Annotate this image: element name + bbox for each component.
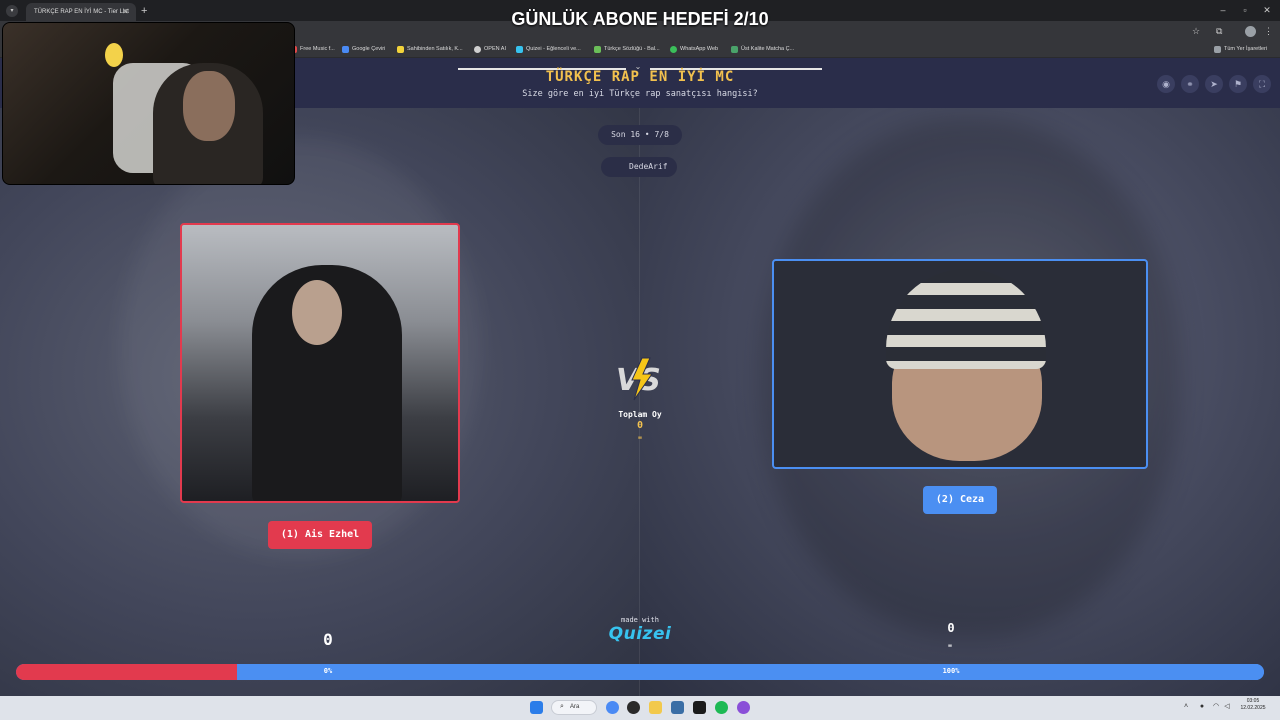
new-tab-button[interactable]: +	[141, 3, 153, 19]
taskbar-search[interactable]: Ara	[551, 700, 597, 715]
clock-date: 12.02.2025	[1240, 705, 1266, 711]
search-icon: ⌕	[560, 703, 564, 710]
fullscreen-icon[interactable]: ⛶	[1253, 75, 1271, 93]
option-2-beanie	[886, 269, 1046, 369]
total-votes-mark: "	[637, 435, 643, 445]
maximize-icon[interactable]: ▫	[1236, 2, 1254, 18]
made-with-label: made with	[621, 616, 659, 624]
terminal-icon[interactable]	[693, 701, 706, 714]
profile-avatar[interactable]	[1245, 26, 1256, 37]
link-icon[interactable]: ⚭	[1181, 75, 1199, 93]
option-2-progress-fill	[236, 664, 1264, 680]
folder-icon	[1214, 45, 1221, 53]
total-votes-value: 0	[636, 420, 644, 431]
tab-title: TÜRKÇE RAP EN İYİ MC - Tier List	[34, 9, 129, 15]
bookmark-icon	[516, 45, 523, 53]
microphone-icon[interactable]: ●	[1198, 703, 1206, 711]
browser-tab[interactable]: TÜRKÇE RAP EN İYİ MC - Tier List	[26, 3, 136, 21]
quiz-subtitle: Size göre en iyi Türkçe rap sanatçısı ha…	[522, 89, 758, 99]
tab-close-icon[interactable]: ✕	[122, 3, 134, 21]
app-icon[interactable]	[627, 701, 640, 714]
bookmark-item[interactable]: Quizei - Eğlenceli ve...	[516, 43, 581, 55]
user-badge[interactable]: DedeArif	[601, 157, 677, 177]
option-1-progress-fill	[16, 664, 237, 680]
start-icon[interactable]	[530, 701, 543, 714]
chrome-icon[interactable]	[606, 701, 619, 714]
vote-option-1-button[interactable]: (1) Ais Ezhel	[268, 521, 372, 549]
menu-icon[interactable]: ⋮	[1264, 25, 1274, 37]
bookmark-item[interactable]: Free Music f...	[290, 43, 335, 55]
bookmark-icon	[342, 45, 349, 53]
bookmark-item[interactable]: Türkçe Sözlüğü - Bal...	[594, 43, 660, 55]
option-1-image[interactable]	[180, 223, 460, 503]
vote-option-2-button[interactable]: (2) Ceza	[923, 486, 997, 514]
bookmark-icon	[594, 45, 601, 53]
spotify-icon[interactable]	[715, 701, 728, 714]
total-votes-label: Toplam Oy	[618, 410, 662, 419]
bookmark-item[interactable]: Üst Kalite Matcha Ç...	[731, 43, 794, 55]
center-divider	[639, 108, 640, 696]
round-indicator: Son 16 • 7/8	[598, 125, 682, 145]
taskbar-clock[interactable]: 03:05 12.02.2025	[1232, 698, 1274, 712]
bookmark-icon	[397, 45, 404, 53]
option-2-vote-count: 0	[947, 621, 955, 635]
wifi-icon[interactable]: ◠	[1212, 703, 1220, 711]
bookmark-icon	[474, 45, 481, 53]
stream-goal-overlay: GÜNLÜK ABONE HEDEFİ 2/10	[511, 9, 769, 29]
tab-search-button[interactable]: ▾	[6, 5, 18, 17]
eye-icon[interactable]: ◉	[1157, 75, 1175, 93]
bookmark-item[interactable]: Google Çeviri	[342, 43, 385, 55]
bookmark-item[interactable]: Sahibinden Satılık, K...	[397, 43, 463, 55]
app-icon[interactable]	[671, 701, 684, 714]
app-icon[interactable]	[737, 701, 750, 714]
flag-icon[interactable]: ⚑	[1229, 75, 1247, 93]
option-1-vote-count: 0	[323, 630, 333, 649]
extensions-icon[interactable]: ⧉	[1216, 25, 1228, 37]
option-2-vote-mark: "	[947, 643, 953, 653]
send-icon[interactable]: ➤	[1205, 75, 1223, 93]
bookmark-item[interactable]: OPEN AI	[474, 43, 506, 55]
windows-taskbar	[0, 696, 1280, 720]
quizei-logo[interactable]: Quizei	[596, 624, 684, 644]
quiz-title: TÜRKÇE RAP EN İYİ MC	[545, 69, 735, 85]
bookmark-icon	[731, 45, 738, 53]
vs-lightning-icon: VS	[616, 357, 661, 401]
webcam-face	[183, 71, 235, 141]
clock-time: 03:05	[1246, 698, 1260, 704]
file-explorer-icon[interactable]	[649, 701, 662, 714]
option-1-percent: 0%	[323, 667, 333, 675]
bookmark-icon	[670, 45, 677, 53]
bookmark-item[interactable]: WhatsApp Web	[670, 43, 718, 55]
star-icon[interactable]: ☆	[1192, 25, 1204, 37]
webcam-lamp	[105, 43, 123, 67]
vote-progress-bar	[16, 664, 1264, 680]
volume-icon[interactable]: ◁	[1223, 703, 1231, 711]
minimize-icon[interactable]: –	[1214, 2, 1232, 18]
chevron-up-icon[interactable]: ˄	[1182, 703, 1190, 711]
webcam-overlay	[2, 22, 295, 185]
option-1-face	[292, 280, 342, 345]
close-window-icon[interactable]: ✕	[1258, 2, 1276, 18]
option-2-percent: 100%	[942, 667, 960, 675]
all-bookmarks-folder[interactable]: Tüm Yer İşaretleri	[1214, 43, 1267, 55]
option-2-image[interactable]	[772, 259, 1148, 469]
